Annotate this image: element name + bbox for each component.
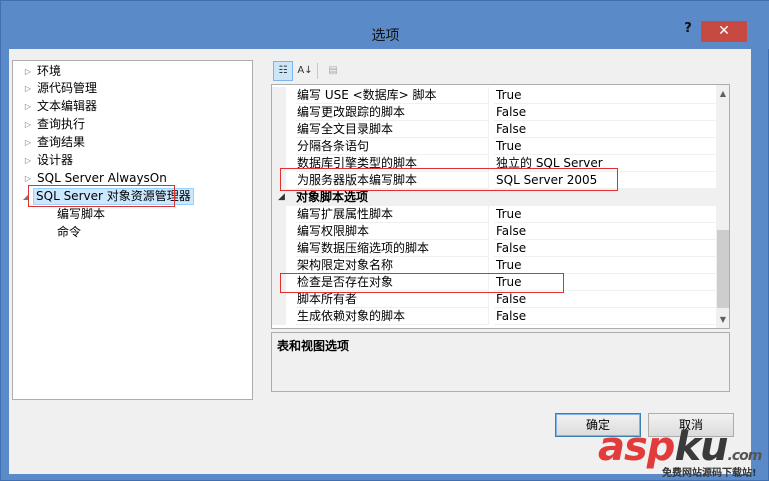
property-value[interactable]: 独立的 SQL Server [494, 155, 716, 172]
tree-item-label: 查询结果 [37, 135, 86, 149]
title-bar: 选项 ? ✕ [1, 1, 769, 49]
property-row[interactable]: 检查是否存在对象 True [272, 274, 716, 291]
tree-item-label: SQL Server AlwaysOn [37, 171, 167, 185]
property-value[interactable]: True [494, 87, 716, 104]
property-row[interactable]: 数据库引擎类型的脚本 独立的 SQL Server [272, 155, 716, 172]
property-row[interactable]: 分隔各条语句 True [272, 138, 716, 155]
property-value[interactable]: False [494, 121, 716, 138]
row-margin [272, 257, 286, 274]
property-name: 架构限定对象名称 [296, 257, 489, 274]
expand-arrow-icon[interactable]: ▷ [23, 170, 33, 187]
row-margin [272, 223, 286, 240]
expand-arrow-icon[interactable]: ▷ [23, 63, 33, 80]
tree-item-label: 环境 [37, 64, 62, 78]
property-row[interactable]: 编写全文目录脚本 False [272, 121, 716, 138]
dialog-body: ▷ 环境 ▷ 源代码管理 ▷ 文本编辑器 ▷ 查询执行 ▷ 查询结果 ▷ 设计器 [9, 49, 751, 474]
tree-item-label: 编写脚本 [57, 207, 106, 221]
property-value[interactable]: False [494, 291, 716, 308]
property-name: 编写全文目录脚本 [296, 121, 489, 138]
property-name: 生成依赖对象的脚本 [296, 308, 489, 325]
scrollbar-thumb[interactable] [717, 230, 729, 308]
expand-arrow-icon[interactable]: ▷ [23, 80, 33, 97]
close-button[interactable]: ✕ [701, 21, 747, 42]
row-margin [272, 121, 286, 138]
property-value[interactable]: False [494, 223, 716, 240]
property-row[interactable]: 编写权限脚本 False [272, 223, 716, 240]
vertical-scrollbar[interactable]: ▲ ▼ [716, 85, 729, 328]
row-margin [272, 87, 286, 104]
window-title: 选项 [371, 28, 400, 44]
expand-arrow-icon[interactable]: ▷ [23, 98, 33, 115]
property-row[interactable]: 编写 USE <数据库> 脚本 True [272, 87, 716, 104]
property-row[interactable]: 为服务器版本编写脚本 SQL Server 2005 [272, 172, 716, 189]
categorized-view-button[interactable]: ☷ [273, 61, 293, 81]
logo-suffix: .com [727, 448, 763, 464]
property-row[interactable]: 编写扩展属性脚本 True [272, 206, 716, 223]
category-label: 对象脚本选项 [296, 190, 369, 204]
property-name: 编写更改跟踪的脚本 [296, 104, 489, 121]
tree-item-label: 源代码管理 [37, 81, 98, 95]
property-grid: 编写 USE <数据库> 脚本 True 编写更改跟踪的脚本 False 编写全… [271, 84, 730, 329]
property-name: 检查是否存在对象 [296, 274, 489, 291]
property-value[interactable]: True [494, 274, 716, 291]
property-name: 编写扩展属性脚本 [296, 206, 489, 223]
row-margin [272, 308, 286, 325]
property-name: 为服务器版本编写脚本 [296, 172, 489, 189]
property-name: 数据库引擎类型的脚本 [296, 155, 489, 172]
property-row[interactable]: 编写数据压缩选项的脚本 False [272, 240, 716, 257]
row-margin [272, 274, 286, 291]
row-margin [272, 104, 286, 121]
property-value[interactable]: False [494, 240, 716, 257]
property-name: 编写权限脚本 [296, 223, 489, 240]
property-row[interactable]: 编写更改跟踪的脚本 False [272, 104, 716, 121]
description-title: 表和视图选项 [277, 339, 350, 353]
property-value[interactable]: False [494, 308, 716, 325]
tree-item-label: 文本编辑器 [37, 99, 98, 113]
property-row[interactable]: 脚本所有者 False [272, 291, 716, 308]
scroll-down-icon[interactable]: ▼ [716, 311, 729, 328]
property-row[interactable]: 生成依赖对象的脚本 False [272, 308, 716, 325]
tree-item-label: 命令 [57, 225, 82, 239]
collapse-arrow-icon[interactable]: ◢ [21, 188, 31, 205]
property-row[interactable]: 架构限定对象名称 True [272, 257, 716, 274]
collapse-arrow-icon[interactable]: ◢ [278, 189, 285, 206]
row-margin [272, 291, 286, 308]
property-value[interactable]: True [494, 138, 716, 155]
property-value[interactable]: SQL Server 2005 [494, 172, 716, 189]
row-margin [272, 155, 286, 172]
property-value[interactable]: True [494, 206, 716, 223]
tree-item-label: 查询执行 [37, 117, 86, 131]
property-name: 编写 USE <数据库> 脚本 [296, 87, 489, 104]
property-pages-button[interactable]: ▤ [323, 61, 343, 81]
row-margin [272, 240, 286, 257]
row-margin [272, 138, 286, 155]
options-tree: ▷ 环境 ▷ 源代码管理 ▷ 文本编辑器 ▷ 查询执行 ▷ 查询结果 ▷ 设计器 [12, 60, 253, 400]
site-watermark: aspku.com 免费网站源码下载站! [598, 424, 768, 480]
property-name: 编写数据压缩选项的脚本 [296, 240, 489, 257]
tree-item-label: 设计器 [37, 153, 74, 167]
alphabetical-sort-button[interactable]: A↓ [295, 61, 315, 81]
scroll-up-icon[interactable]: ▲ [716, 85, 729, 102]
row-margin [272, 206, 286, 223]
watermark-tagline: 免费网站源码下载站! [662, 468, 757, 479]
tree-item-label: SQL Server 对象资源管理器 [33, 188, 194, 205]
expand-arrow-icon[interactable]: ▷ [23, 134, 33, 151]
property-value[interactable]: False [494, 104, 716, 121]
row-margin [272, 172, 286, 189]
help-button[interactable]: ? [677, 21, 699, 41]
property-name: 分隔各条语句 [296, 138, 489, 155]
property-name: 脚本所有者 [296, 291, 489, 308]
toolbar-divider [317, 63, 318, 79]
expand-arrow-icon[interactable]: ▷ [23, 116, 33, 133]
expand-arrow-icon[interactable]: ▷ [23, 152, 33, 169]
property-value[interactable]: True [494, 257, 716, 274]
property-category[interactable]: ◢ 对象脚本选项 [272, 189, 716, 206]
description-panel: 表和视图选项 [271, 332, 730, 392]
options-dialog: 选项 ? ✕ ▷ 环境 ▷ 源代码管理 ▷ 文本编辑器 ▷ 查询执行 ▷ 查询结… [0, 0, 769, 481]
